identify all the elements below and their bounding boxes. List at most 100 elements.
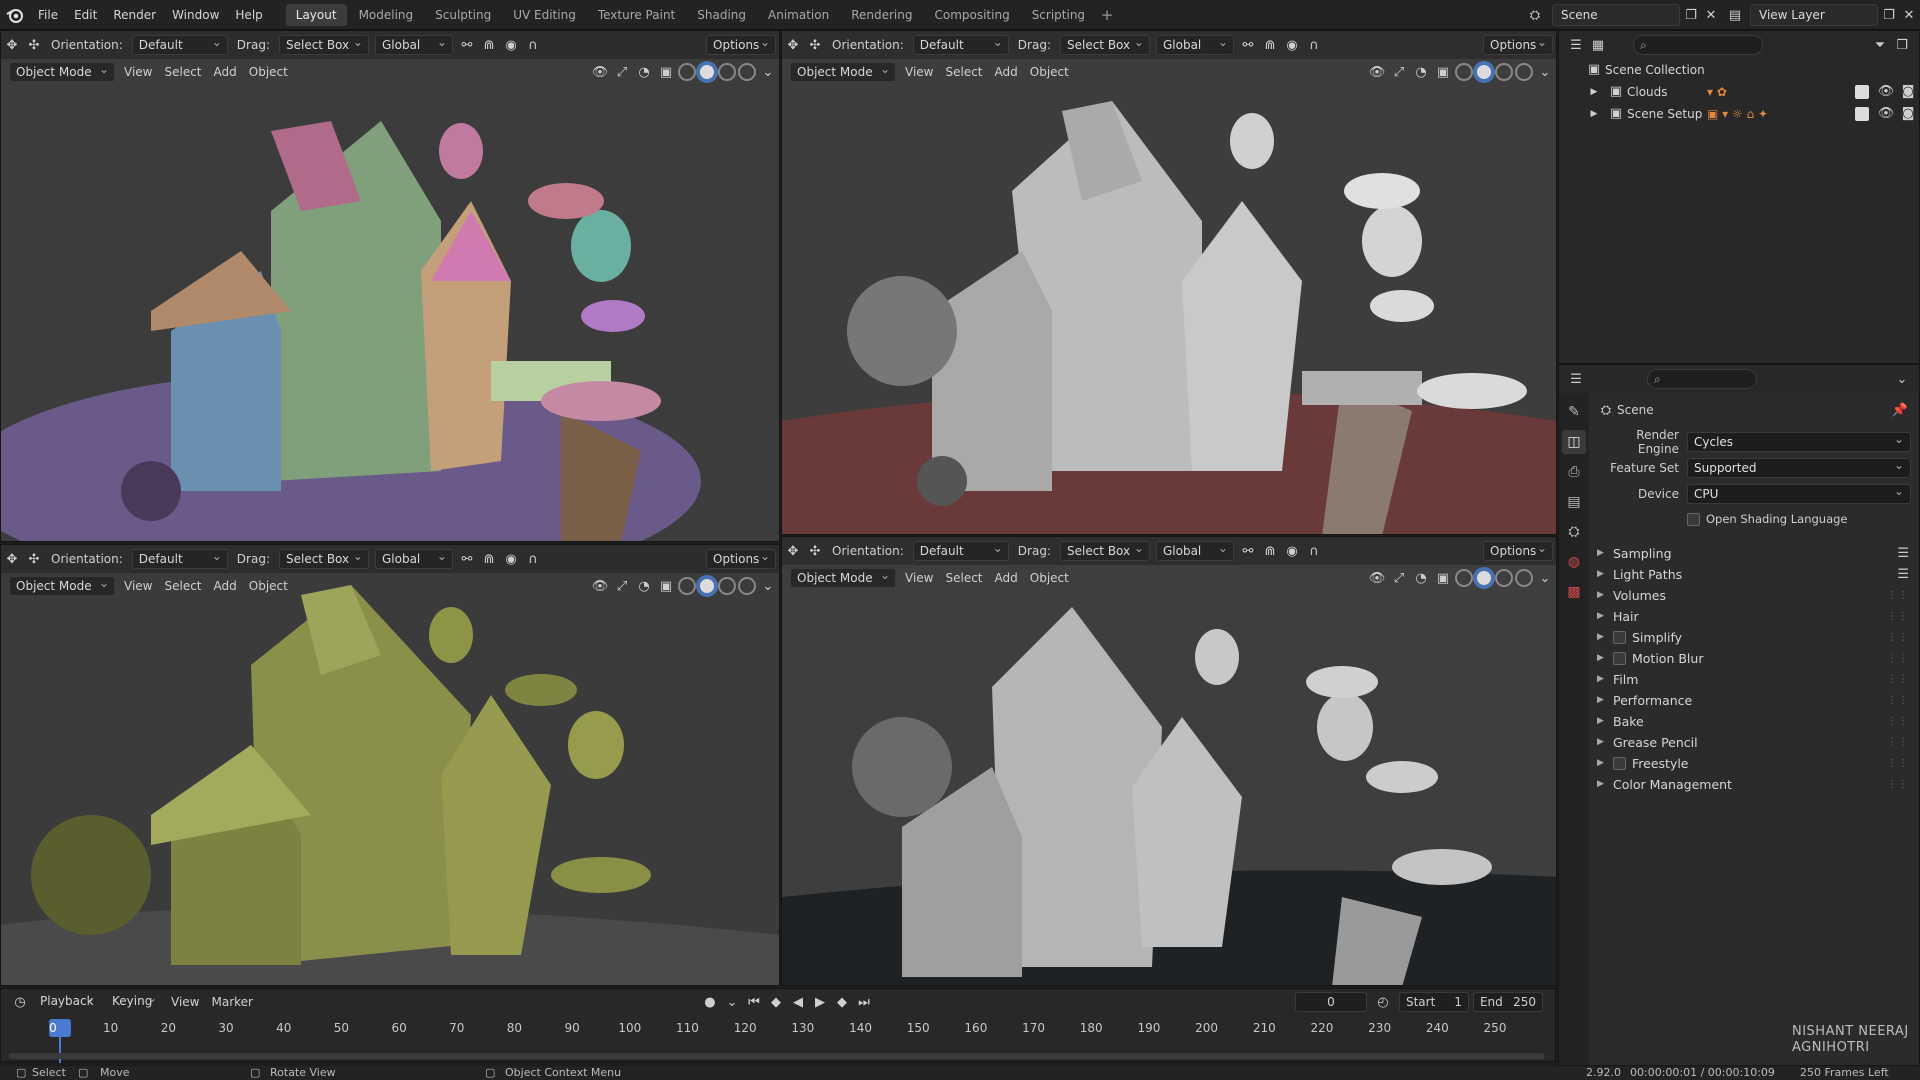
snap-icon[interactable]: ⋒ (1260, 541, 1280, 561)
transform-orientation-dropdown[interactable]: Global (374, 547, 453, 569)
snap-icon[interactable]: ⋒ (479, 549, 499, 569)
new-view-layer-icon[interactable]: ❐ (1879, 5, 1899, 25)
device-dropdown[interactable]: CPU (1687, 482, 1911, 504)
add-workspace-button[interactable]: + (1096, 4, 1118, 26)
outliner-search-input[interactable]: ⌕ (1633, 35, 1763, 55)
transform-orientation-dropdown[interactable]: Global (374, 33, 453, 55)
blender-logo-icon[interactable] (0, 0, 30, 30)
timeline-editor-icon[interactable]: ◷ (10, 992, 30, 1012)
viewport-top-left[interactable]: ✥ ✣ Orientation: Default Drag: Select Bo… (0, 30, 780, 542)
solid-shading-button[interactable] (1475, 63, 1493, 81)
drag-grip-icon[interactable]: ⋮⋮ (1887, 632, 1909, 643)
drag-grip-icon[interactable]: ⋮⋮ (1887, 695, 1909, 706)
pivot-point-icon[interactable]: ⚯ (457, 35, 477, 55)
tab-compositing[interactable]: Compositing (924, 4, 1019, 26)
start-frame-field[interactable]: Start 1 (1398, 992, 1469, 1012)
object-menu[interactable]: Object (1024, 62, 1075, 82)
chevron-down-icon[interactable]: ⌄ (1892, 369, 1912, 389)
menu-help[interactable]: Help (227, 0, 270, 30)
transform-pivot-icon[interactable]: ✣ (24, 549, 44, 569)
select-menu[interactable]: Select (939, 568, 988, 588)
select-menu[interactable]: Select (939, 62, 988, 82)
snap-icon[interactable]: ⋒ (479, 35, 499, 55)
expand-arrow-icon[interactable]: ▶ (1597, 716, 1613, 726)
mode-dropdown[interactable]: Object Mode (790, 60, 896, 82)
overlay-icon[interactable]: ◔ (634, 576, 654, 596)
world-tab-icon[interactable]: ◍ (1562, 550, 1586, 574)
next-keyframe-icon[interactable]: ◆ (832, 992, 852, 1012)
panel-enable-checkbox[interactable] (1613, 630, 1626, 644)
orientation-dropdown[interactable]: Default (131, 33, 228, 55)
viewport-bottom-right[interactable]: ✥ ✣ Orientation: Default Drag: Select Bo… (781, 536, 1557, 986)
drag-grip-icon[interactable]: ⋮⋮ (1887, 611, 1909, 622)
outliner-row-scene-setup[interactable]: ▶ ▣ Scene Setup ▣ ▾ ☼ ⌂ ✦ 👁 ◙ (1559, 103, 1919, 125)
view-layer-icon[interactable]: ▤ (1725, 5, 1745, 25)
drag-grip-icon[interactable]: ⋮⋮ (1887, 674, 1909, 685)
material-shading-button[interactable] (1495, 569, 1513, 587)
new-collection-icon[interactable]: ❐ (1892, 35, 1912, 55)
orientation-dropdown[interactable]: Default (131, 547, 228, 569)
mode-dropdown[interactable]: Object Mode (9, 60, 115, 82)
select-menu[interactable]: Select (158, 576, 207, 596)
camera-icon[interactable]: ◙ (1898, 82, 1918, 102)
drag-dropdown[interactable]: Select Box (1059, 33, 1150, 55)
editor-type-icon[interactable]: ✥ (2, 35, 22, 55)
properties-search-input[interactable]: ⌕ (1647, 369, 1757, 389)
view-layer-tab-icon[interactable]: ▤ (1562, 490, 1586, 514)
marker-menu[interactable]: Marker (205, 992, 258, 1012)
tab-animation[interactable]: Animation (758, 4, 839, 26)
expand-arrow-icon[interactable]: ▶ (1584, 104, 1604, 124)
outliner-row-clouds[interactable]: ▶ ▣ Clouds ▾ ✿ 👁 ◙ (1559, 81, 1919, 103)
add-menu[interactable]: Add (208, 576, 243, 596)
panel-enable-checkbox[interactable] (1613, 651, 1626, 665)
rendered-shading-button[interactable] (1515, 569, 1533, 587)
tab-rendering[interactable]: Rendering (841, 4, 922, 26)
overlay-icon[interactable]: ◔ (1411, 62, 1431, 82)
options-dropdown[interactable]: Options (706, 547, 776, 569)
drag-grip-icon[interactable]: ⋮⋮ (1887, 716, 1909, 727)
transform-orientation-dropdown[interactable]: Global (1155, 33, 1234, 55)
orientation-dropdown[interactable]: Default (912, 539, 1009, 561)
transform-pivot-icon[interactable]: ✣ (24, 35, 44, 55)
transform-orientation-dropdown[interactable]: Global (1155, 539, 1234, 561)
record-icon[interactable]: ● (700, 992, 720, 1012)
shading-options-icon[interactable]: ⌄ (758, 576, 778, 596)
falloff-icon[interactable]: ∩ (523, 549, 543, 569)
wireframe-shading-button[interactable] (1455, 63, 1473, 81)
stopwatch-icon[interactable]: ◴ (1373, 992, 1393, 1012)
drag-grip-icon[interactable]: ⋮⋮ (1887, 590, 1909, 601)
overlay-icon[interactable]: ◔ (1411, 568, 1431, 588)
expand-arrow-icon[interactable]: ▶ (1597, 674, 1613, 684)
jump-start-icon[interactable]: ⏮ (744, 992, 764, 1012)
proportional-edit-icon[interactable]: ◉ (501, 549, 521, 569)
camera-icon[interactable]: ◙ (1898, 104, 1918, 124)
tool-tab-icon[interactable]: ✎ (1562, 400, 1586, 424)
falloff-icon[interactable]: ∩ (1304, 541, 1324, 561)
editor-type-icon[interactable]: ✥ (783, 541, 803, 561)
xray-icon[interactable]: ▣ (656, 62, 676, 82)
expand-arrow-icon[interactable]: ▶ (1597, 548, 1613, 558)
expand-arrow-icon[interactable]: ▶ (1597, 758, 1613, 768)
material-shading-button[interactable] (718, 63, 736, 81)
pin-icon[interactable]: 📌 (1890, 400, 1910, 420)
eye-icon[interactable]: 👁 (1876, 104, 1896, 124)
scene-tab-icon[interactable]: ⛭ (1562, 520, 1586, 544)
visibility-icon[interactable]: 👁 (590, 62, 610, 82)
wireframe-shading-button[interactable] (678, 577, 696, 595)
pivot-point-icon[interactable]: ⚯ (1238, 541, 1258, 561)
scene-selector[interactable]: Scene (1552, 4, 1680, 26)
pivot-point-icon[interactable]: ⚯ (457, 549, 477, 569)
pivot-point-icon[interactable]: ⚯ (1238, 35, 1258, 55)
drag-grip-icon[interactable]: ⋮⋮ (1887, 758, 1909, 769)
texture-tab-icon[interactable]: ▩ (1562, 580, 1586, 604)
remove-scene-icon[interactable]: ✕ (1701, 5, 1721, 25)
presets-list-icon[interactable]: ☰ (1897, 546, 1909, 561)
feature-set-dropdown[interactable]: Supported (1687, 456, 1911, 478)
solid-shading-button[interactable] (698, 577, 716, 595)
gizmo-icon[interactable]: ⤢ (612, 576, 632, 596)
presets-list-icon[interactable]: ☰ (1897, 567, 1909, 582)
tab-shading[interactable]: Shading (687, 4, 756, 26)
mode-dropdown[interactable]: Object Mode (790, 566, 896, 588)
keyframe-dropdown-icon[interactable]: ⌄ (722, 992, 742, 1012)
shading-options-icon[interactable]: ⌄ (758, 62, 778, 82)
